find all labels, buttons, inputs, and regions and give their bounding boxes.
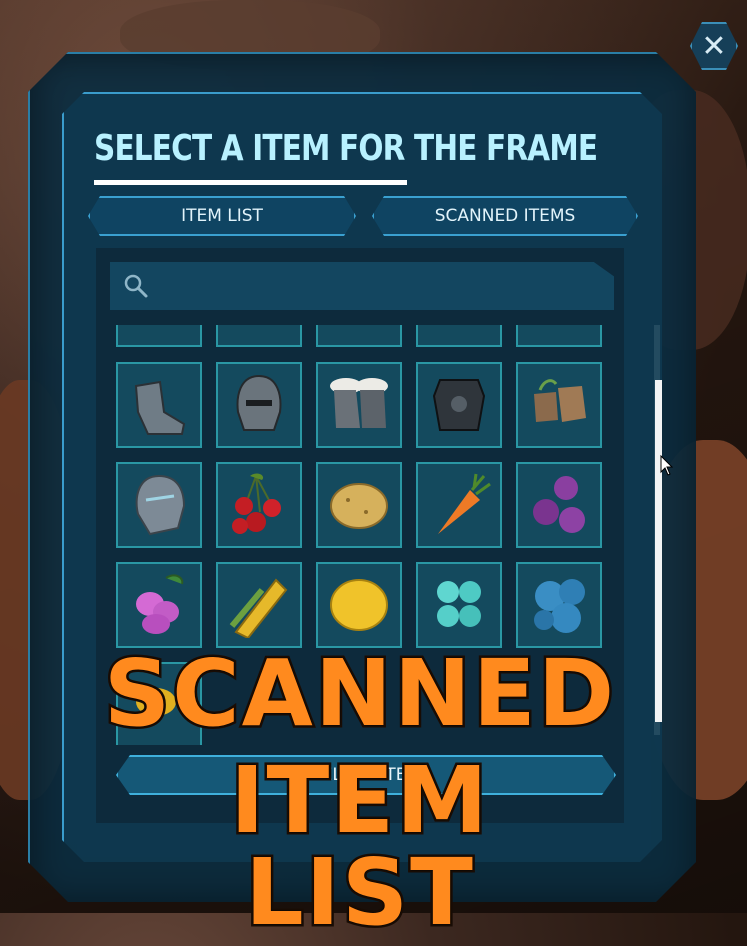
- item-slot[interactable]: [416, 325, 502, 347]
- corn-icon: [229, 578, 288, 638]
- item-slot[interactable]: [116, 562, 202, 648]
- page-title: SELECT A ITEM FOR THE FRAME: [94, 128, 598, 169]
- item-slot[interactable]: [516, 325, 602, 347]
- item-slot[interactable]: [516, 562, 602, 648]
- tab-item-list[interactable]: ITEM LIST: [88, 196, 356, 236]
- item-slot[interactable]: [416, 362, 502, 448]
- potato-icon: [330, 483, 388, 529]
- stone-helmet-icon: [135, 474, 186, 536]
- plums-icon: [533, 476, 585, 533]
- carrot-icon: [438, 473, 491, 534]
- item-slot[interactable]: [316, 362, 402, 448]
- cloth-boots-icon: [534, 379, 586, 422]
- item-slot[interactable]: [116, 362, 202, 448]
- item-slot[interactable]: [116, 325, 202, 347]
- armor-pants-icon: [126, 325, 192, 337]
- item-slot[interactable]: [216, 325, 302, 347]
- tab-scanned-items[interactable]: SCANNED ITEMS: [372, 196, 638, 236]
- fur-boots-icon: [330, 378, 388, 428]
- armor-boots-icon: [326, 325, 392, 337]
- search-icon: [124, 274, 148, 298]
- item-slot[interactable]: [216, 362, 302, 448]
- riot-chestpiece-icon: [432, 379, 486, 431]
- pink-berries-icon: [136, 574, 184, 634]
- close-icon: ✕: [701, 28, 727, 64]
- search-bar[interactable]: [110, 262, 614, 310]
- armor-shirt-icon: [426, 325, 492, 337]
- mouse-cursor-icon: [660, 455, 674, 476]
- chitin-helmet-icon: [236, 374, 282, 431]
- armor-gloves-icon: [226, 325, 292, 337]
- item-slot[interactable]: [416, 562, 502, 648]
- item-slot[interactable]: [316, 562, 402, 648]
- cherries-icon: [232, 473, 281, 534]
- title-underline: [94, 180, 407, 185]
- teal-berries-icon: [437, 581, 481, 627]
- item-slot[interactable]: [416, 462, 502, 548]
- item-slot[interactable]: [516, 362, 602, 448]
- item-slot[interactable]: [316, 462, 402, 548]
- lemon-icon: [330, 579, 388, 631]
- chitin-boots-icon: [134, 380, 186, 435]
- item-slot[interactable]: [216, 562, 302, 648]
- item-slot[interactable]: [216, 462, 302, 548]
- item-slot[interactable]: [316, 325, 402, 347]
- item-slot[interactable]: [516, 462, 602, 548]
- overlay-caption-line2: ITEM LIST: [228, 747, 490, 946]
- overlay-caption-line1: SCANNED: [101, 640, 617, 747]
- blue-raspberries-icon: [534, 579, 585, 633]
- search-input[interactable]: [150, 265, 614, 307]
- armor-boots-2-icon: [526, 325, 592, 337]
- scrollbar-thumb[interactable]: [655, 380, 662, 722]
- item-slot[interactable]: [116, 462, 202, 548]
